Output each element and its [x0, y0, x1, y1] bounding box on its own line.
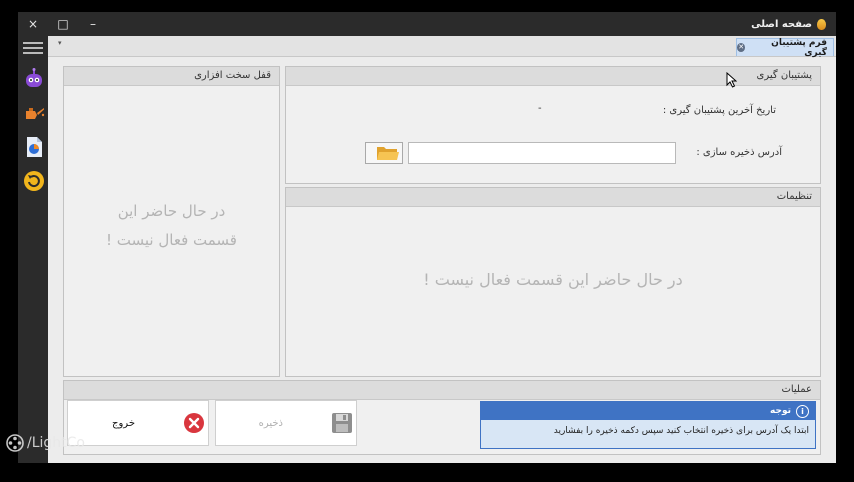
operations-header: عملیات [64, 381, 820, 400]
window-title: صفحه اصلی [751, 18, 812, 30]
watermark-text: /LightCo [27, 435, 85, 451]
window-title-group: صفحه اصلی [751, 12, 826, 36]
save-button[interactable]: ذخیره [215, 400, 357, 446]
save-disk-icon [332, 413, 352, 433]
backup-panel: پشتیبان گیری تاریخ آخرین پشتیبان گیری : … [285, 66, 821, 184]
chart-document-icon[interactable] [23, 136, 45, 158]
exit-button[interactable]: خروج [67, 400, 209, 446]
refresh-circle-icon[interactable] [23, 170, 45, 192]
save-path-input[interactable] [408, 142, 676, 164]
save-label: ذخیره [258, 417, 283, 429]
save-path-label: آدرس ذخیره سازی : [696, 147, 782, 158]
exit-label: خروج [112, 417, 135, 429]
tab-close-icon[interactable]: ✕ [737, 43, 746, 52]
sidebar [18, 36, 48, 463]
tab-strip: ▾ فرم پشتیبان گیری ✕ [48, 36, 836, 58]
settings-inactive-message: در حال حاضر این قسمت فعال نیست ! [423, 270, 683, 289]
info-icon: i [796, 404, 809, 418]
notice-box: i توجه ابتدا یک آدرس برای ذخیره انتخاب ک… [480, 401, 816, 449]
app-logo-icon [817, 18, 826, 30]
maximize-button[interactable]: □ [48, 12, 78, 36]
settings-header: تنظیمات [286, 188, 820, 207]
tab-list-dropdown-icon[interactable]: ▾ [58, 39, 62, 47]
title-bar: × □ – صفحه اصلی [18, 12, 836, 36]
hardware-lock-panel: قفل سخت افزاری در حال حاضر این قسمت فعال… [63, 66, 280, 377]
exit-icon [184, 413, 204, 433]
close-button[interactable]: × [18, 12, 48, 36]
film-reel-icon [6, 434, 24, 452]
browse-folder-button[interactable] [365, 142, 403, 164]
notice-title: توجه [770, 406, 791, 416]
folder-icon [377, 147, 399, 160]
last-backup-value: - [538, 103, 542, 114]
hamburger-menu-icon[interactable] [23, 42, 43, 54]
watermark: /LightCo [6, 434, 85, 452]
tab-backup-form[interactable]: فرم پشتیبان گیری ✕ [736, 37, 834, 58]
hardware-lock-inactive-message: در حال حاضر این قسمت فعال نیست ! [106, 202, 237, 249]
notice-message: ابتدا یک آدرس برای ذخیره انتخاب کنید سپس… [553, 426, 809, 436]
notice-header: i توجه [481, 402, 815, 420]
tab-label: فرم پشتیبان گیری [771, 37, 827, 58]
backup-header: پشتیبان گیری [286, 67, 820, 86]
main-content: ▾ فرم پشتیبان گیری ✕ قفل سخت افزاری در ح… [48, 36, 836, 463]
minimize-button[interactable]: – [78, 12, 108, 36]
app-window: × □ – صفحه اصلی ▾ فرم پشتیبان گیری ✕ قفل… [18, 12, 836, 463]
oil-can-icon[interactable] [23, 101, 45, 123]
settings-panel: تنظیمات در حال حاضر این قسمت فعال نیست ! [285, 187, 821, 377]
hardware-lock-header: قفل سخت افزاری [64, 67, 279, 86]
mouse-cursor-icon [726, 71, 738, 92]
robot-icon[interactable] [23, 68, 45, 90]
last-backup-label: تاریخ آخرین پشتیبان گیری : [662, 105, 776, 116]
